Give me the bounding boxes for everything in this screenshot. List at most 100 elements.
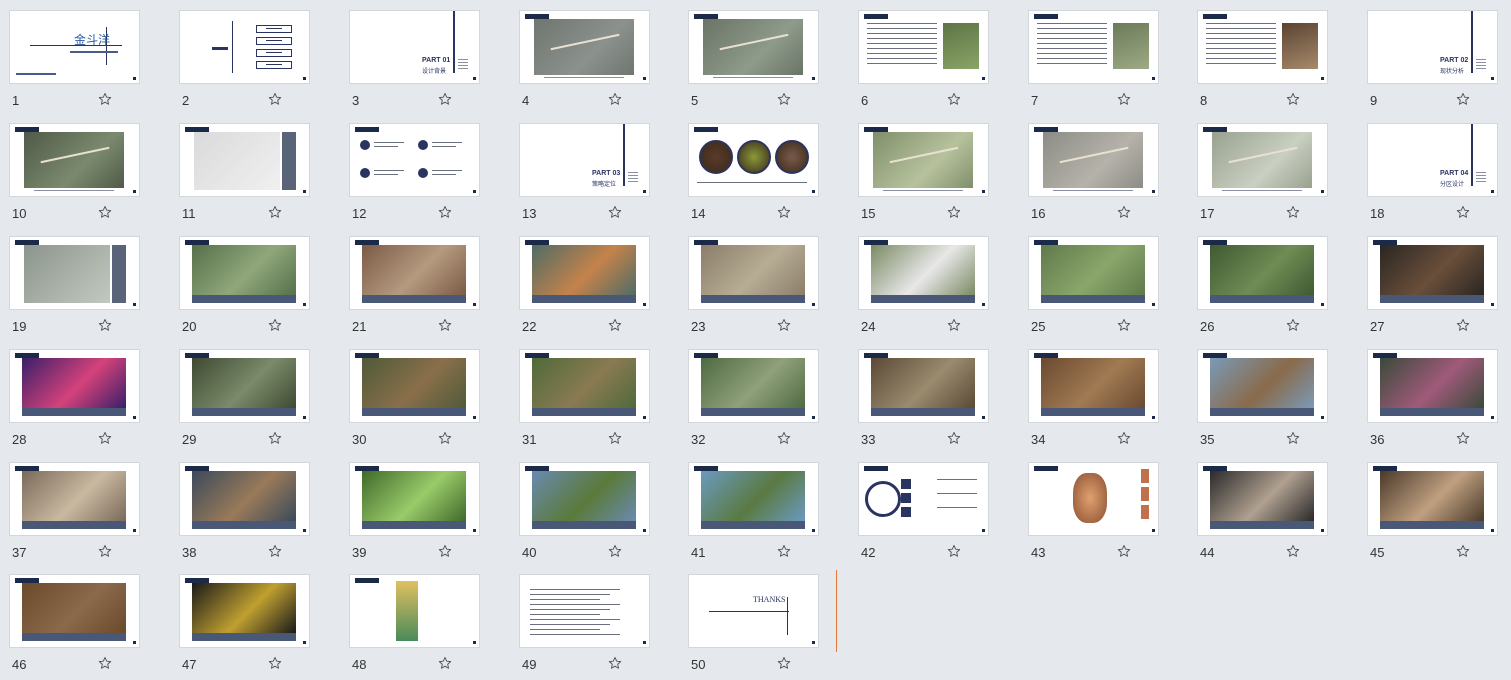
favorite-star-icon[interactable]	[1117, 92, 1131, 106]
favorite-star-icon[interactable]	[1456, 431, 1470, 445]
slide-item[interactable]: 16	[1021, 113, 1181, 226]
slide-thumbnail[interactable]	[350, 124, 479, 196]
favorite-star-icon[interactable]	[608, 431, 622, 445]
slide-item[interactable]: 金斗洋 1	[2, 0, 162, 113]
favorite-star-icon[interactable]	[98, 318, 112, 332]
slide-item[interactable]: 42	[851, 452, 1011, 565]
slide-thumbnail[interactable]: PART 04 分区设计	[1368, 124, 1497, 196]
slide-item[interactable]: 34	[1021, 339, 1181, 452]
favorite-star-icon[interactable]	[608, 544, 622, 558]
slide-thumbnail[interactable]	[1198, 463, 1327, 535]
favorite-star-icon[interactable]	[268, 544, 282, 558]
favorite-star-icon[interactable]	[268, 318, 282, 332]
favorite-star-icon[interactable]	[438, 92, 452, 106]
slide-item[interactable]: 44	[1190, 452, 1350, 565]
slide-thumbnail[interactable]	[1198, 11, 1327, 83]
slide-item[interactable]: 27	[1360, 226, 1511, 339]
slide-item[interactable]: 48	[342, 564, 502, 677]
slide-thumbnail[interactable]	[520, 350, 649, 422]
slide-item[interactable]: 6	[851, 0, 1011, 113]
favorite-star-icon[interactable]	[1286, 205, 1300, 219]
favorite-star-icon[interactable]	[777, 431, 791, 445]
slide-thumbnail[interactable]	[10, 350, 139, 422]
slide-thumbnail[interactable]	[180, 350, 309, 422]
slide-item[interactable]: 4	[512, 0, 672, 113]
slide-thumbnail[interactable]	[520, 463, 649, 535]
slide-thumbnail[interactable]	[520, 237, 649, 309]
favorite-star-icon[interactable]	[1286, 431, 1300, 445]
slide-item[interactable]: 32	[681, 339, 841, 452]
slide-item[interactable]: 20	[172, 226, 332, 339]
slide-item[interactable]: 39	[342, 452, 502, 565]
slide-item[interactable]: 35	[1190, 339, 1350, 452]
favorite-star-icon[interactable]	[98, 656, 112, 670]
slide-thumbnail[interactable]	[180, 575, 309, 647]
slide-thumbnail[interactable]	[180, 463, 309, 535]
slide-item[interactable]: 45	[1360, 452, 1511, 565]
favorite-star-icon[interactable]	[608, 318, 622, 332]
slide-item[interactable]: PART 01 设计背景 3	[342, 0, 502, 113]
slide-thumbnail[interactable]	[859, 11, 988, 83]
favorite-star-icon[interactable]	[1456, 205, 1470, 219]
favorite-star-icon[interactable]	[1117, 431, 1131, 445]
slide-item[interactable]: 2	[172, 0, 332, 113]
favorite-star-icon[interactable]	[98, 431, 112, 445]
slide-item[interactable]: 5	[681, 0, 841, 113]
slide-thumbnail[interactable]	[859, 463, 988, 535]
favorite-star-icon[interactable]	[777, 318, 791, 332]
slide-thumbnail[interactable]	[689, 463, 818, 535]
favorite-star-icon[interactable]	[1286, 544, 1300, 558]
slide-thumbnail[interactable]	[180, 237, 309, 309]
favorite-star-icon[interactable]	[947, 92, 961, 106]
slide-thumbnail[interactable]	[1029, 11, 1158, 83]
slide-item[interactable]: 23	[681, 226, 841, 339]
slide-item[interactable]: 22	[512, 226, 672, 339]
favorite-star-icon[interactable]	[1286, 92, 1300, 106]
favorite-star-icon[interactable]	[947, 205, 961, 219]
slide-item[interactable]: 43	[1021, 452, 1181, 565]
favorite-star-icon[interactable]	[608, 656, 622, 670]
slide-thumbnail[interactable]	[859, 350, 988, 422]
slide-item[interactable]: 36	[1360, 339, 1511, 452]
favorite-star-icon[interactable]	[947, 318, 961, 332]
slide-item[interactable]: 33	[851, 339, 1011, 452]
favorite-star-icon[interactable]	[947, 544, 961, 558]
slide-item[interactable]: 30	[342, 339, 502, 452]
favorite-star-icon[interactable]	[438, 318, 452, 332]
slide-thumbnail[interactable]	[859, 124, 988, 196]
favorite-star-icon[interactable]	[98, 205, 112, 219]
slide-item[interactable]: 28	[2, 339, 162, 452]
slide-thumbnail[interactable]	[1029, 350, 1158, 422]
favorite-star-icon[interactable]	[777, 205, 791, 219]
slide-thumbnail[interactable]	[10, 124, 139, 196]
slide-item[interactable]: 14	[681, 113, 841, 226]
slide-item[interactable]: 21	[342, 226, 502, 339]
slide-thumbnail[interactable]	[859, 237, 988, 309]
slide-thumbnail[interactable]	[689, 124, 818, 196]
favorite-star-icon[interactable]	[1117, 318, 1131, 332]
slide-item[interactable]: PART 02 现状分析 9	[1360, 0, 1511, 113]
slide-item[interactable]: 10	[2, 113, 162, 226]
favorite-star-icon[interactable]	[268, 205, 282, 219]
slide-thumbnail[interactable]	[1368, 237, 1497, 309]
slide-item[interactable]: 37	[2, 452, 162, 565]
slide-item[interactable]: 15	[851, 113, 1011, 226]
slide-thumbnail[interactable]: PART 01 设计背景	[350, 11, 479, 83]
favorite-star-icon[interactable]	[268, 431, 282, 445]
slide-item[interactable]: 24	[851, 226, 1011, 339]
slide-item[interactable]: 38	[172, 452, 332, 565]
slide-item[interactable]: 46	[2, 564, 162, 677]
slide-item[interactable]: 40	[512, 452, 672, 565]
favorite-star-icon[interactable]	[98, 92, 112, 106]
slide-item[interactable]: 11	[172, 113, 332, 226]
slide-thumbnail[interactable]	[1198, 350, 1327, 422]
slide-item[interactable]: 47	[172, 564, 332, 677]
slide-thumbnail[interactable]	[520, 11, 649, 83]
slide-item[interactable]: THANKS 50	[681, 564, 841, 677]
favorite-star-icon[interactable]	[608, 205, 622, 219]
slide-thumbnail[interactable]	[350, 463, 479, 535]
slide-item[interactable]: 29	[172, 339, 332, 452]
slide-item[interactable]: 8	[1190, 0, 1350, 113]
slide-thumbnail[interactable]	[10, 237, 139, 309]
slide-thumbnail[interactable]	[689, 350, 818, 422]
